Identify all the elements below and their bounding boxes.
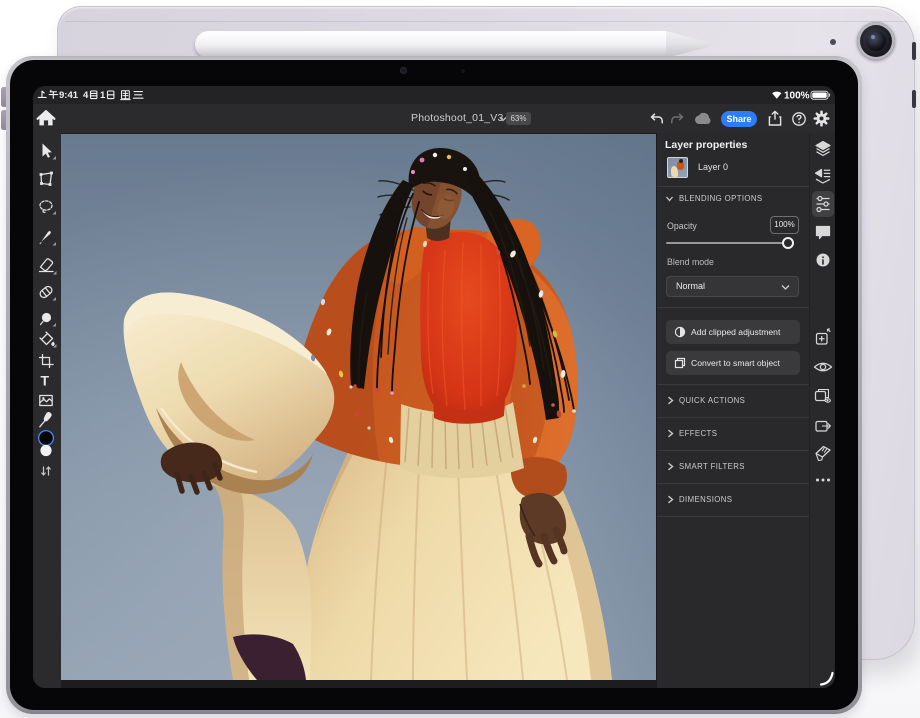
svg-text:T: T (41, 373, 50, 389)
svg-text:100%: 100% (784, 91, 810, 102)
svg-text:9:41: 9:41 (59, 90, 79, 101)
svg-text:1: 1 (100, 90, 106, 101)
svg-text:4: 4 (83, 90, 89, 101)
